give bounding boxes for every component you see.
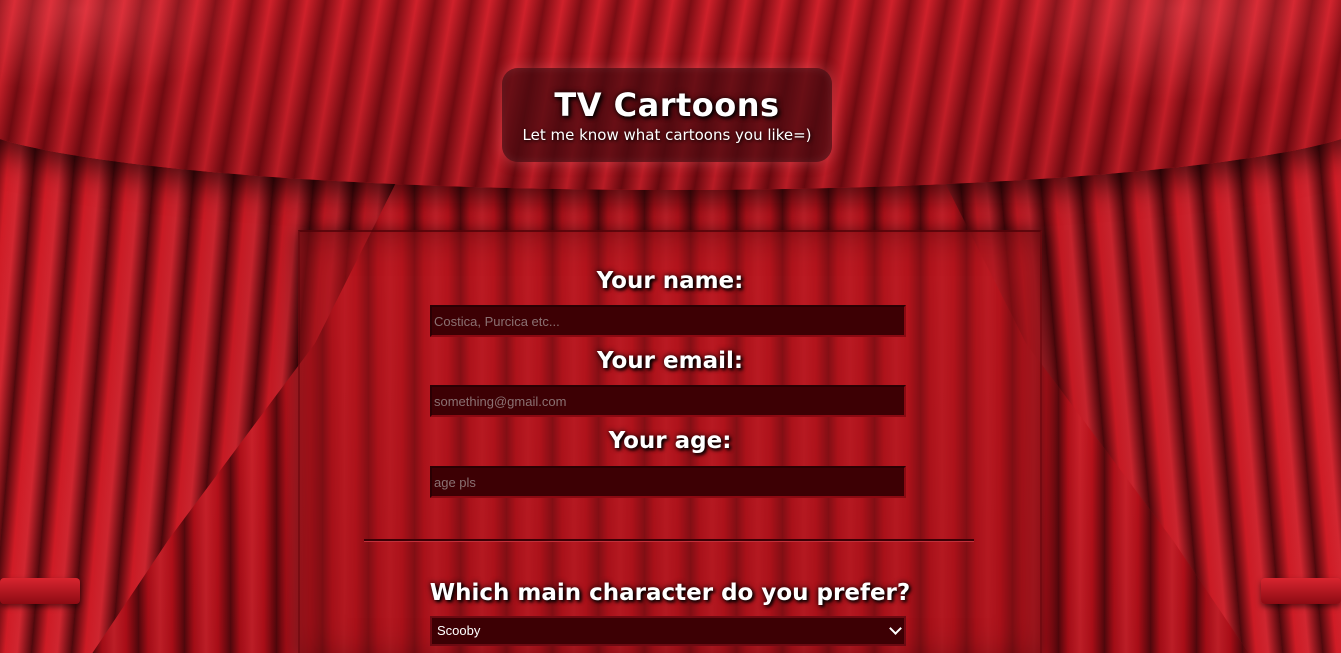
name-field[interactable]: [430, 305, 906, 337]
email-field[interactable]: [430, 385, 906, 417]
character-select-value: Scooby: [437, 623, 481, 638]
curtain-tieback-right: [1261, 578, 1341, 604]
page-title: TV Cartoons: [554, 86, 780, 124]
site-header: TV Cartoons Let me know what cartoons yo…: [502, 68, 832, 162]
chevron-down-icon: [889, 622, 902, 635]
section-divider: [364, 539, 974, 542]
survey-form: Your name: Your email: Your age: Which m…: [298, 230, 1042, 653]
character-select[interactable]: Scooby: [430, 616, 906, 646]
page-subtitle: Let me know what cartoons you like=): [522, 126, 812, 144]
character-label: Which main character do you prefer?: [429, 580, 911, 606]
email-label: Your email:: [596, 348, 744, 374]
curtain-tieback-left: [0, 578, 80, 604]
name-label: Your name:: [596, 268, 744, 294]
age-field[interactable]: [430, 466, 906, 498]
age-label: Your age:: [608, 428, 732, 454]
